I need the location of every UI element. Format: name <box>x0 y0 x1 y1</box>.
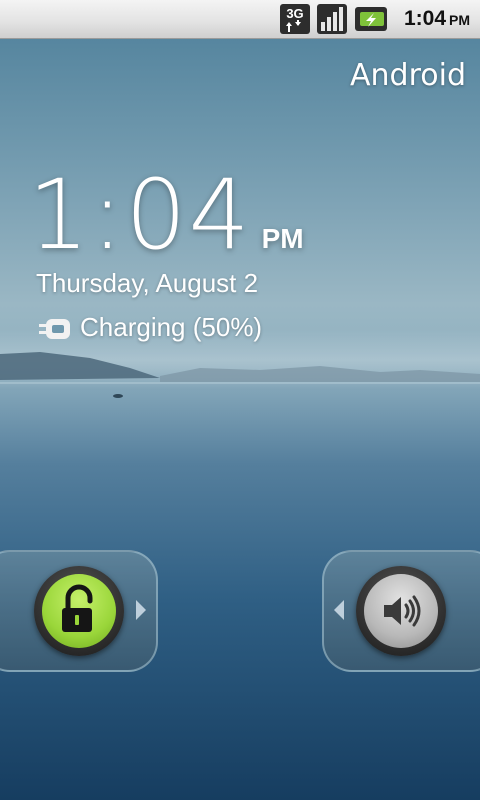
3g-data-icon: 3G <box>280 4 310 34</box>
lock-clock: 1:04 PM <box>28 160 304 270</box>
sound-arrow-icon <box>334 600 344 620</box>
date-label: Thursday, August 2 <box>36 268 259 298</box>
signal-strength-icon <box>317 4 347 34</box>
carrier-label: Android <box>350 58 466 93</box>
clock-ampm: PM <box>261 223 304 254</box>
status-bar-time: 1:04 <box>403 7 446 30</box>
charging-status: Charging (50%) <box>38 312 262 343</box>
sound-handle-face <box>364 574 438 648</box>
wallpaper <box>0 0 480 800</box>
sound-slider[interactable] <box>322 550 480 672</box>
unlock-padlock-icon <box>62 584 93 632</box>
speaker-volume-icon <box>384 595 421 627</box>
horizon-line <box>0 382 480 384</box>
status-bar-ampm: PM <box>449 12 470 28</box>
battery-charging-icon <box>355 7 387 31</box>
unlock-handle[interactable] <box>34 566 124 656</box>
unlock-slider[interactable] <box>0 550 158 672</box>
status-bar[interactable]: 3G 1:04 PM <box>0 0 480 39</box>
unlock-arrow-icon <box>136 600 146 620</box>
charging-plug-icon <box>39 319 70 340</box>
wallpaper-mountains <box>0 352 480 398</box>
network-type-label: 3G <box>286 6 303 21</box>
unlock-handle-face <box>42 574 116 648</box>
lock-screen: 3G 1:04 PM Android 1:04 PM Thursday, Augus… <box>0 0 480 800</box>
clock-time: 1:04 <box>28 159 252 271</box>
charging-label: Charging (50%) <box>80 312 263 342</box>
sound-handle[interactable] <box>356 566 446 656</box>
status-bar-clock: 1:04 PM <box>404 7 470 31</box>
